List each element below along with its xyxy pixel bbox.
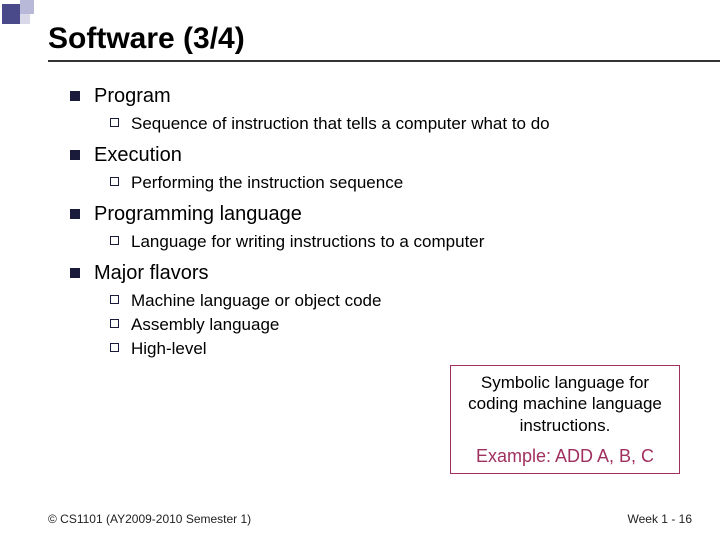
subbullet-text: Sequence of instruction that tells a com… [131, 114, 550, 134]
bullet-major-flavors: Major flavors [70, 262, 690, 285]
hollow-square-icon [110, 295, 119, 304]
bullet-program: Program [70, 85, 690, 108]
subbullet-text: High-level [131, 339, 207, 359]
subbullet-text: Language for writing instructions to a c… [131, 232, 484, 252]
subbullet-text: Assembly language [131, 315, 279, 335]
bullet-execution: Execution [70, 144, 690, 167]
callout-box: Symbolic language for coding machine lan… [450, 365, 680, 474]
subbullet: High-level [110, 339, 690, 359]
hollow-square-icon [110, 236, 119, 245]
hollow-square-icon [110, 319, 119, 328]
bullet-label: Programming language [94, 203, 302, 226]
square-bullet-icon [70, 209, 80, 219]
subbullet: Assembly language [110, 315, 690, 335]
content-area: Program Sequence of instruction that tel… [70, 85, 690, 480]
bullet-programming-language: Programming language [70, 203, 690, 226]
subbullet-text: Performing the instruction sequence [131, 173, 403, 193]
slide-title: Software (3/4) [48, 22, 700, 60]
footer: © CS1101 (AY2009-2010 Semester 1) Week 1… [48, 512, 692, 526]
bullet-label: Execution [94, 144, 182, 167]
hollow-square-icon [110, 177, 119, 186]
square-bullet-icon [70, 268, 80, 278]
callout-description: Symbolic language for coding machine lan… [459, 372, 671, 436]
square-bullet-icon [70, 91, 80, 101]
square-bullet-icon [70, 150, 80, 160]
subbullet-text: Machine language or object code [131, 291, 381, 311]
bullet-label: Major flavors [94, 262, 208, 285]
bullet-label: Program [94, 85, 171, 108]
footer-copyright: © CS1101 (AY2009-2010 Semester 1) [48, 512, 251, 526]
subbullet: Performing the instruction sequence [110, 173, 690, 193]
subbullet: Machine language or object code [110, 291, 690, 311]
callout-example: Example: ADD A, B, C [459, 446, 671, 467]
subbullet: Language for writing instructions to a c… [110, 232, 690, 252]
hollow-square-icon [110, 343, 119, 352]
subbullet: Sequence of instruction that tells a com… [110, 114, 690, 134]
hollow-square-icon [110, 118, 119, 127]
title-area: Software (3/4) [48, 22, 700, 60]
footer-page-number: Week 1 - 16 [628, 512, 692, 526]
